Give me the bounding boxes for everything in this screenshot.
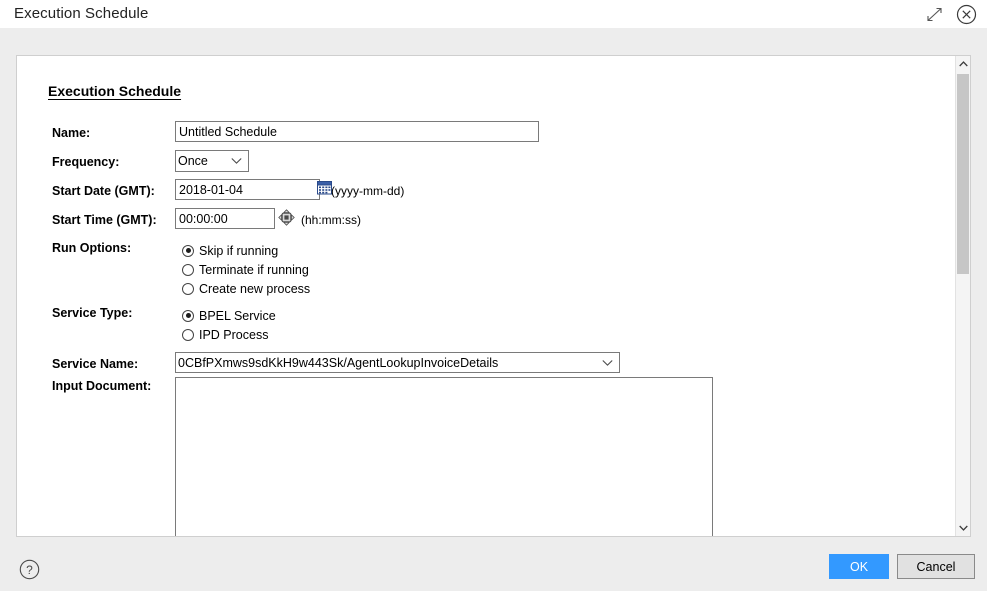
start-date-hint: (yyyy-mm-dd) [331,184,405,198]
execution-schedule-form: Name: Frequency: Once Start Date (GMT): [17,56,955,536]
time-spinner-icon[interactable] [278,209,295,226]
service-name-select[interactable]: 0CBfPXmws9sdKkH9w443Sk/AgentLookupInvoic… [175,352,620,373]
execution-schedule-dialog: Execution Schedule Execution Schedule Na… [0,0,987,591]
run-options-label: Run Options: [52,241,132,255]
run-option-skip-if-running[interactable]: Skip if running [182,241,310,260]
name-input[interactable] [175,121,539,142]
form-scrollbar[interactable] [955,56,970,536]
service-type-option-label: IPD Process [199,327,269,342]
run-option-terminate-if-running[interactable]: Terminate if running [182,260,310,279]
dialog-titlebar: Execution Schedule [0,0,987,28]
run-options-radio-group: Skip if running Terminate if running Cre… [182,241,310,298]
cancel-button[interactable]: Cancel [897,554,975,579]
radio-indicator [182,244,194,257]
start-time-input[interactable] [175,208,275,229]
run-option-create-new-process[interactable]: Create new process [182,279,310,298]
scrollbar-thumb[interactable] [957,74,969,274]
service-name-label: Service Name: [52,357,139,371]
radio-indicator [182,309,194,322]
chevron-down-icon [958,525,968,531]
start-date-label: Start Date (GMT): [52,184,155,198]
form-scroll-area: Execution Schedule Name: Frequency: Once… [17,56,955,536]
expand-diagonal-icon[interactable] [923,3,945,25]
frequency-label: Frequency: [52,155,120,169]
scrollbar-down-button[interactable] [956,520,970,536]
service-type-ipd-process[interactable]: IPD Process [182,325,276,344]
titlebar-buttons [923,3,977,25]
help-circle-icon[interactable]: ? [19,559,40,580]
radio-indicator [182,263,194,276]
start-time-hint: (hh:mm:ss) [301,213,361,227]
chevron-up-icon [958,61,968,67]
input-document-textarea[interactable] [175,377,713,536]
start-time-label: Start Time (GMT): [52,213,157,227]
service-type-label: Service Type: [52,306,133,320]
name-label: Name: [52,126,91,140]
ok-button[interactable]: OK [829,554,889,579]
start-date-input[interactable] [175,179,320,200]
radio-indicator [182,282,194,295]
run-option-label: Create new process [199,281,311,296]
dialog-content-panel: Execution Schedule Name: Frequency: Once… [16,55,971,537]
service-type-option-label: BPEL Service [199,308,276,323]
service-name-select-wrap: 0CBfPXmws9sdKkH9w443Sk/AgentLookupInvoic… [175,352,620,373]
run-option-label: Terminate if running [199,262,309,277]
dialog-title: Execution Schedule [14,5,149,22]
run-option-label: Skip if running [199,243,279,258]
radio-indicator [182,328,194,341]
frequency-select-wrap: Once [175,150,249,172]
input-document-label: Input Document: [52,379,152,393]
frequency-select[interactable]: Once [175,150,249,172]
calendar-icon[interactable] [317,180,332,195]
service-type-bpel-service[interactable]: BPEL Service [182,306,276,325]
close-circle-icon[interactable] [955,3,977,25]
service-type-radio-group: BPEL Service IPD Process [182,306,276,344]
svg-text:?: ? [26,563,33,577]
scrollbar-up-button[interactable] [956,56,970,72]
